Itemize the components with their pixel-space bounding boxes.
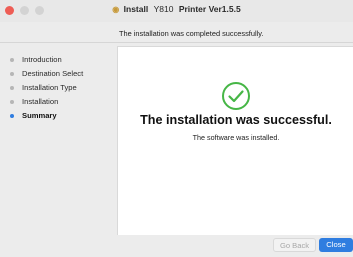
close-button[interactable]: Close <box>319 238 353 252</box>
sidebar-item-summary: Summary <box>10 110 83 124</box>
go-back-button[interactable]: Go Back <box>273 238 316 252</box>
sidebar-item-installation: Installation <box>10 96 83 110</box>
checkmark-circle-icon <box>222 82 250 110</box>
package-icon: ◉ <box>112 5 120 14</box>
step-dot-icon <box>10 100 14 104</box>
sidebar-item-label: Destination Select <box>22 69 84 78</box>
success-headline: The installation was successful. <box>140 113 332 127</box>
window-title-prefix: Install <box>123 4 149 14</box>
window-title-model: Y810 <box>153 4 174 14</box>
sidebar-item-destination-select: Destination Select <box>10 68 83 82</box>
installer-steps-sidebar: Introduction Destination Select Installa… <box>10 54 83 124</box>
window-title: ◉ Install Y810 Printer Ver1.5.5 <box>0 4 353 14</box>
step-dot-icon <box>10 58 14 62</box>
window-titlebar: ◉ Install Y810 Printer Ver1.5.5 <box>0 0 353 22</box>
sidebar-item-label: Installation Type <box>22 83 77 92</box>
success-subline: The software was installed. <box>192 133 280 142</box>
step-dot-icon <box>10 86 14 90</box>
sidebar-item-label: Introduction <box>22 55 62 64</box>
active-step-dot-icon <box>10 114 14 118</box>
step-dot-icon <box>10 72 14 76</box>
sidebar-item-installation-type: Installation Type <box>10 82 83 96</box>
sidebar-item-label: Summary <box>22 111 57 120</box>
window-title-suffix: Printer Ver1.5.5 <box>178 4 241 14</box>
summary-panel: The installation was successful. The sof… <box>117 46 353 235</box>
header-divider <box>0 42 353 43</box>
sidebar-item-introduction: Introduction <box>10 54 83 68</box>
header-status-message: The installation was completed successfu… <box>119 29 264 38</box>
sidebar-item-label: Installation <box>22 97 59 106</box>
